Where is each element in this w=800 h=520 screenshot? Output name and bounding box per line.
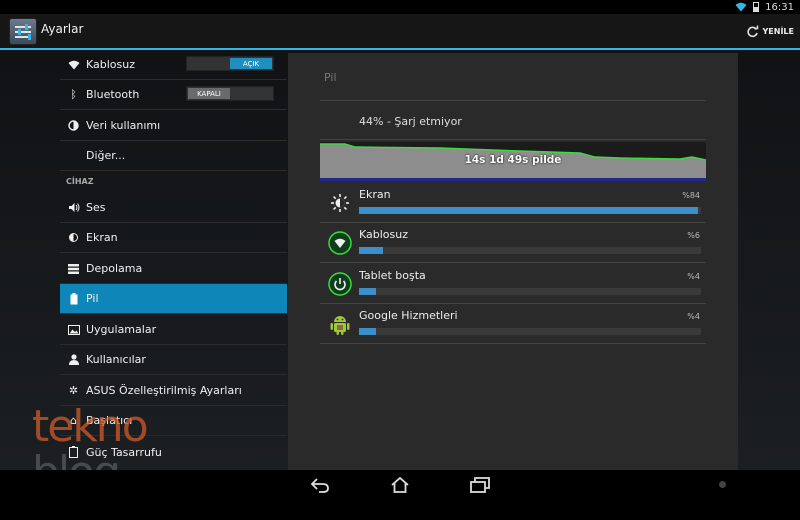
sidebar-item-label: Ekran	[86, 231, 118, 244]
usage-name: Ekran	[359, 188, 391, 201]
user-icon	[67, 353, 80, 366]
wifi-toggle[interactable]: AÇIK	[186, 56, 274, 71]
power-badge-icon	[328, 272, 352, 296]
sidebar-item-label: Diğer...	[86, 149, 126, 162]
home-icon[interactable]	[388, 476, 412, 494]
usage-bar	[359, 247, 701, 254]
recent-apps-icon[interactable]	[468, 476, 492, 494]
speaker-icon	[67, 201, 80, 214]
content-area: Kablosuz AÇIK ᛒ Bluetooth KAPALI Veri ku…	[0, 50, 800, 495]
app-title: Ayarlar	[41, 22, 84, 36]
settings-app-icon[interactable]	[9, 18, 37, 45]
usage-name: Kablosuz	[359, 228, 409, 241]
section-header-device: CİHAZ	[66, 177, 94, 186]
refresh-icon	[746, 25, 758, 37]
wifi-badge-icon	[328, 231, 352, 255]
graph-label: 14s 1d 49s pilde	[464, 154, 562, 166]
bluetooth-icon: ᛒ	[70, 88, 77, 101]
sidebar-item-kablosuz[interactable]: Kablosuz AÇIK	[60, 50, 287, 80]
sidebar-item-label: Pil	[86, 292, 99, 305]
usage-name: Google Hizmetleri	[359, 309, 458, 322]
usage-percent: %4	[687, 272, 700, 281]
settings-list: Kablosuz AÇIK ᛒ Bluetooth KAPALI Veri ku…	[60, 50, 287, 470]
usage-name: Tablet boşta	[359, 269, 426, 282]
sidebar-item-label: Başlatıcı	[86, 414, 133, 427]
sidebar-item-baslatici[interactable]: ⌂ Başlatıcı	[60, 406, 287, 436]
sidebar-item-label: Veri kullanımı	[86, 119, 161, 132]
sidebar-item-label: Depolama	[86, 262, 143, 275]
usage-percent: %6	[687, 231, 700, 240]
battery-panel: Pil 44% - Şarj etmiyor 14s 1d 49s pilde …	[288, 53, 738, 470]
sidebar-item-ekran[interactable]: Ekran	[60, 223, 287, 253]
usage-item-google-hizmetleri[interactable]: Google Hizmetleri %4	[320, 304, 706, 344]
sidebar-item-label: Kablosuz	[86, 58, 136, 71]
refresh-label: YENİLE	[762, 26, 795, 36]
usage-bar-fill	[359, 207, 698, 214]
usage-bar	[359, 328, 701, 335]
gear-icon: ✲	[68, 384, 79, 397]
toggle-label: AÇIK	[230, 58, 272, 69]
battery-icon	[67, 292, 80, 305]
divider	[320, 100, 706, 101]
action-bar: Ayarlar YENİLE	[0, 14, 800, 50]
sidebar-item-kullanicilar[interactable]: Kullanıcılar	[60, 345, 287, 375]
wifi-icon	[67, 58, 80, 71]
usage-bar	[359, 207, 701, 214]
brightness-icon	[328, 191, 352, 215]
sidebar-item-label: Bluetooth	[86, 88, 140, 101]
wifi-icon	[735, 2, 747, 12]
back-icon[interactable]	[308, 476, 332, 494]
navigation-bar	[0, 470, 800, 500]
toggle-label: KAPALI	[188, 88, 230, 99]
home-icon: ⌂	[70, 414, 77, 427]
sidebar-item-asus[interactable]: ✲ ASUS Özelleştirilmiş Ayarları	[60, 376, 287, 406]
menu-dot[interactable]	[719, 481, 726, 488]
battery-history-graph[interactable]: 14s 1d 49s pilde	[320, 142, 707, 181]
battery-status: 44% - Şarj etmiyor	[359, 115, 462, 128]
usage-bar	[359, 288, 701, 295]
usage-bar-fill	[359, 247, 383, 254]
usage-percent: %84	[682, 191, 700, 200]
sidebar-item-uygulamalar[interactable]: Uygulamalar	[60, 315, 287, 345]
sidebar-item-depolama[interactable]: Depolama	[60, 254, 287, 284]
sidebar-item-veri[interactable]: Veri kullanımı	[60, 111, 287, 141]
clock: 16:31	[765, 1, 794, 13]
power-saving-icon	[67, 446, 80, 459]
divider	[320, 139, 706, 140]
brightness-icon	[67, 231, 80, 244]
sidebar-item-label: Ses	[86, 201, 106, 214]
android-icon	[328, 312, 352, 336]
usage-item-tablet-bosta[interactable]: Tablet boşta %4	[320, 264, 706, 304]
panel-title: Pil	[324, 71, 337, 84]
sidebar-item-pil[interactable]: Pil	[60, 284, 287, 314]
refresh-button[interactable]: YENİLE	[746, 20, 795, 42]
sidebar-item-label: Uygulamalar	[86, 323, 157, 336]
sidebar-item-bluetooth[interactable]: ᛒ Bluetooth KAPALI	[60, 80, 287, 110]
bluetooth-toggle[interactable]: KAPALI	[186, 86, 274, 101]
sidebar-item-label: Güç Tasarrufu	[86, 445, 162, 459]
usage-item-kablosuz[interactable]: Kablosuz %6	[320, 223, 706, 263]
storage-icon	[67, 262, 80, 275]
sidebar-item-ses[interactable]: Ses	[60, 193, 287, 223]
sidebar-item-label: ASUS Özelleştirilmiş Ayarları	[86, 384, 242, 397]
data-usage-icon	[67, 119, 80, 132]
usage-bar-fill	[359, 328, 377, 335]
sidebar-item-diger[interactable]: Diğer...	[60, 141, 287, 171]
sidebar-item-guc[interactable]: Güç Tasarrufu	[60, 437, 287, 467]
usage-item-ekran[interactable]: Ekran %84	[320, 183, 706, 223]
battery-icon	[753, 2, 760, 12]
status-bar: 16:31	[0, 0, 800, 14]
apps-icon	[67, 323, 80, 336]
sidebar-item-label: Kullanıcılar	[86, 353, 146, 366]
usage-percent: %4	[687, 312, 700, 321]
usage-bar-fill	[359, 288, 377, 295]
